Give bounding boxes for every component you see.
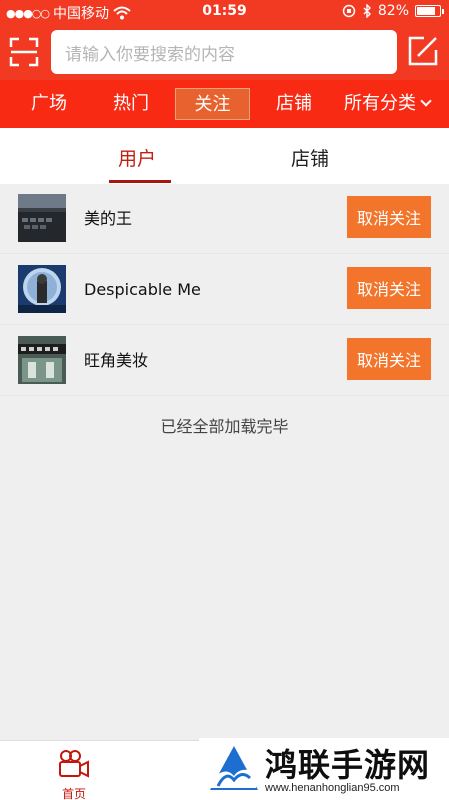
nav-item-all-categories[interactable]: 所有分类 — [344, 80, 440, 128]
watermark: 鸿联手游网 www.henanhonglian95.com — [199, 738, 449, 800]
category-nav: 广场 热门 关注 店铺 所有分类 — [0, 80, 449, 128]
tab-home[interactable]: 首页 — [44, 749, 104, 800]
active-tab-indicator — [109, 180, 171, 183]
tab-shops[interactable]: 店铺 — [291, 144, 329, 171]
tab-home-label: 首页 — [61, 787, 86, 800]
all-categories-label: 所有分类 — [344, 93, 416, 114]
watermark-title: 鸿联手游网 — [265, 746, 431, 784]
nav-item-shops[interactable]: 店铺 — [273, 80, 315, 128]
list-item[interactable]: 旺角美妆 取消关注 — [0, 326, 449, 396]
orientation-lock-icon — [342, 4, 356, 18]
avatar — [18, 194, 66, 242]
nav-item-square[interactable]: 广场 — [28, 80, 70, 128]
list-item[interactable]: 美的王 取消关注 — [0, 184, 449, 254]
battery-icon — [415, 5, 444, 17]
bluetooth-icon — [363, 4, 371, 18]
search-input[interactable]: 请输入你要搜索的内容 — [51, 30, 397, 74]
search-header: 请输入你要搜索的内容 — [0, 24, 449, 80]
user-name: 美的王 — [84, 209, 133, 228]
watermark-url: www.henanhonglian95.com — [265, 782, 400, 794]
unfollow-button[interactable]: 取消关注 — [347, 267, 431, 309]
avatar — [18, 265, 66, 313]
sub-tabs: 用户 店铺 — [0, 128, 449, 184]
chevron-down-icon — [420, 95, 432, 107]
avatar — [18, 336, 66, 384]
nav-item-following[interactable]: 关注 — [175, 88, 250, 120]
watermark-logo — [208, 746, 258, 790]
unfollow-button[interactable]: 取消关注 — [347, 338, 431, 380]
scan-icon[interactable] — [8, 36, 40, 68]
edit-icon[interactable] — [406, 34, 440, 68]
status-bar: ●●●○○ 中国移动 01:59 82% — [0, 0, 449, 24]
load-complete-text: 已经全部加载完毕 — [160, 417, 289, 436]
list-item[interactable]: Despicable Me 取消关注 — [0, 255, 449, 325]
battery-fill — [417, 7, 436, 15]
unfollow-button[interactable]: 取消关注 — [347, 196, 431, 238]
battery-percent: 82% — [377, 3, 409, 19]
tab-users[interactable]: 用户 — [118, 144, 156, 171]
video-camera-icon — [59, 750, 89, 778]
search-placeholder: 请输入你要搜索的内容 — [65, 44, 235, 65]
user-name: 旺角美妆 — [84, 351, 149, 370]
nav-item-hot[interactable]: 热门 — [110, 80, 152, 128]
user-name: Despicable Me — [84, 280, 201, 299]
